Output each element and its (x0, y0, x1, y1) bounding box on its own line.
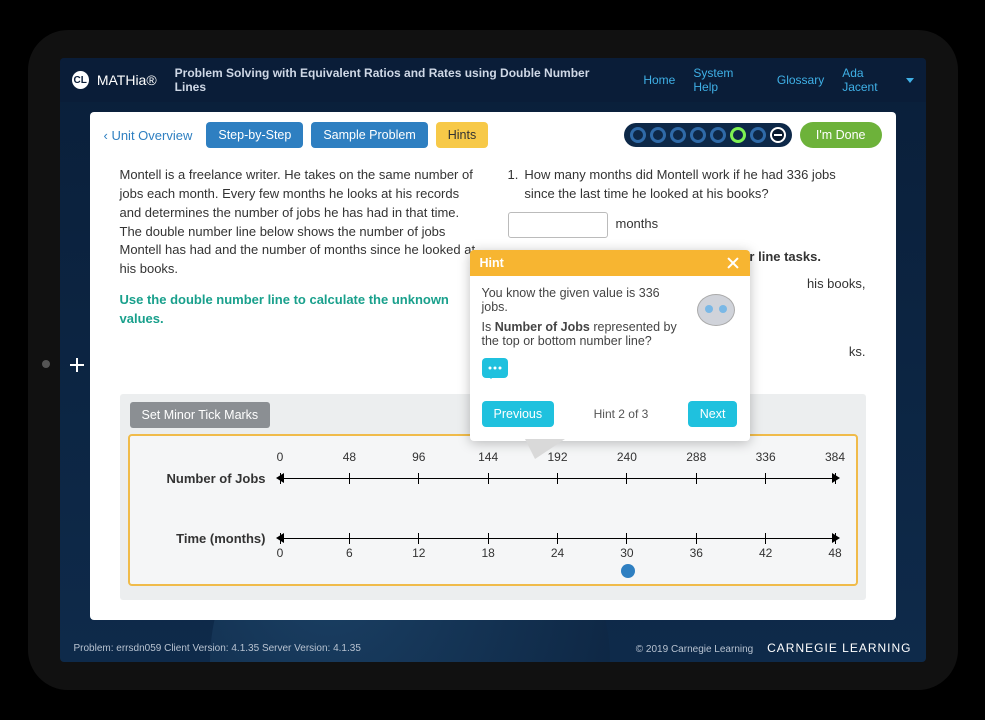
double-number-line: Number of Jobs 04896144192240288336384 T… (128, 434, 858, 586)
hint-previous-button[interactable]: Previous (482, 401, 555, 427)
tick-label: 12 (412, 546, 425, 560)
tick-label: 48 (343, 450, 356, 464)
tick-label: 24 (551, 546, 564, 560)
hint-body: You know the given value is 336 jobs. Is… (470, 276, 750, 391)
tablet-home-button[interactable] (42, 360, 50, 368)
close-icon[interactable] (726, 256, 740, 270)
progress-dot (750, 127, 766, 143)
progress-dot-active (730, 127, 746, 143)
hint-footer: Previous Hint 2 of 3 Next (470, 391, 750, 441)
tick-label: 6 (346, 546, 353, 560)
arrow-right-icon (832, 533, 840, 543)
top-bar: CL MATHia® Problem Solving with Equivale… (60, 58, 926, 102)
progress-dot (710, 127, 726, 143)
tick-label: 18 (481, 546, 494, 560)
copyright: © 2019 Carnegie Learning (636, 644, 753, 655)
progress-dot-pending (770, 127, 786, 143)
tick-label: 36 (690, 546, 703, 560)
number-line-top: Number of Jobs 04896144192240288336384 (148, 464, 838, 494)
chat-icon[interactable] (482, 358, 508, 378)
bottom-line-label: Time (months) (148, 531, 278, 546)
tick-label: 30 (620, 546, 633, 560)
im-done-button[interactable]: I'm Done (800, 122, 882, 148)
problem-text-col: Montell is a freelance writer. He takes … (120, 166, 478, 368)
lesson-title: Problem Solving with Equivalent Ratios a… (175, 66, 608, 94)
tick-label: 288 (686, 450, 706, 464)
progress-dot (670, 127, 686, 143)
tick-label: 96 (412, 450, 425, 464)
nav-glossary[interactable]: Glossary (777, 73, 824, 87)
hint-header: Hint (470, 250, 750, 276)
tick-label: 336 (756, 450, 776, 464)
hint-next-button[interactable]: Next (688, 401, 738, 427)
tick-label: 48 (828, 546, 841, 560)
status-bar: Problem: errsdn059 Client Version: 4.1.3… (60, 634, 926, 662)
set-minor-ticks-button[interactable]: Set Minor Tick Marks (130, 402, 271, 428)
user-name: Ada Jacent (842, 66, 899, 94)
brand-name: MATHia® (97, 72, 157, 88)
carnegie-logo: CARNEGIE LEARNING (767, 641, 911, 655)
workspace-card: ‹ Unit Overview Step-by-Step Sample Prob… (90, 112, 896, 620)
tick-label: 144 (478, 450, 498, 464)
app-screen: CL MATHia® Problem Solving with Equivale… (60, 58, 926, 662)
instruction-text: Use the double number line to calculate … (120, 291, 478, 329)
tablet-frame: CL MATHia® Problem Solving with Equivale… (28, 30, 958, 690)
slider-marker[interactable] (621, 564, 635, 578)
answer-input-months[interactable] (508, 212, 608, 238)
tick-label: 384 (825, 450, 845, 464)
answer-unit: months (616, 215, 659, 234)
hint-counter: Hint 2 of 3 (594, 407, 649, 421)
top-axis[interactable]: 04896144192240288336384 (278, 464, 838, 494)
hint-line-1: You know the given value is 336 jobs. (482, 286, 680, 314)
progress-dot (690, 127, 706, 143)
problem-text: Montell is a freelance writer. He takes … (120, 166, 478, 279)
progress-dot (650, 127, 666, 143)
question-text: How many months did Montell work if he h… (524, 166, 865, 204)
step-by-step-button[interactable]: Step-by-Step (206, 122, 303, 148)
robot-avatar-icon (688, 282, 744, 338)
sparkle-icon (70, 358, 84, 372)
progress-indicator (624, 123, 792, 147)
top-line-label: Number of Jobs (148, 471, 278, 486)
tick-label: 240 (617, 450, 637, 464)
bottom-axis[interactable]: 0612182430364248 (278, 524, 838, 554)
tick-label: 0 (277, 450, 284, 464)
unit-overview-link[interactable]: ‹ Unit Overview (104, 128, 199, 143)
toolbar: ‹ Unit Overview Step-by-Step Sample Prob… (90, 122, 896, 158)
arrow-right-icon (832, 473, 840, 483)
number-line-bottom: Time (months) 0612182430364248 (148, 524, 838, 554)
hint-tail-icon (525, 439, 565, 459)
question-1: 1. How many months did Montell work if h… (508, 166, 866, 204)
tick-label: 0 (277, 546, 284, 560)
progress-dot (630, 127, 646, 143)
chevron-down-icon (906, 78, 914, 83)
hint-title: Hint (480, 256, 504, 270)
user-menu[interactable]: Ada Jacent (842, 66, 913, 94)
sample-problem-button[interactable]: Sample Problem (311, 122, 427, 148)
hint-popover: Hint You know the given value is 336 job… (470, 250, 750, 441)
hint-line-2: Is Number of Jobs represented by the top… (482, 320, 680, 348)
nav-system-help[interactable]: System Help (693, 66, 759, 94)
version-info: Problem: errsdn059 Client Version: 4.1.3… (74, 643, 361, 654)
brand-badge: CL (72, 71, 89, 89)
tick-label: 42 (759, 546, 772, 560)
hints-button[interactable]: Hints (436, 122, 488, 148)
question-number: 1. (508, 166, 519, 204)
nav-home[interactable]: Home (643, 73, 675, 87)
